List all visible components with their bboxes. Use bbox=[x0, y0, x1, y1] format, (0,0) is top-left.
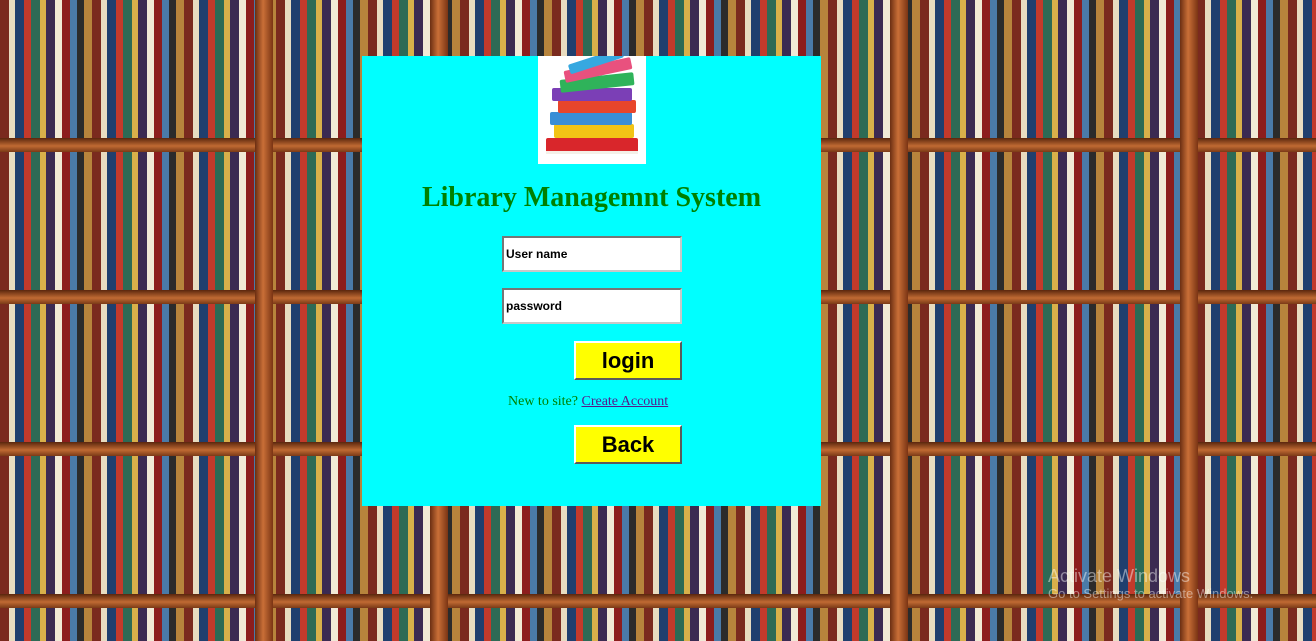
shelf-post bbox=[255, 0, 273, 641]
create-account-link[interactable]: Create Account bbox=[581, 394, 668, 409]
activate-windows-watermark: Activate Windows Go to Settings to activ… bbox=[1048, 566, 1253, 602]
shelf-post bbox=[1180, 0, 1198, 641]
back-button[interactable]: Back bbox=[574, 425, 682, 464]
watermark-title: Activate Windows bbox=[1048, 566, 1191, 586]
signup-prompt: New to site? Create Account bbox=[508, 394, 668, 410]
books-stack-icon bbox=[538, 56, 646, 164]
username-input[interactable] bbox=[502, 236, 682, 272]
signup-prompt-text: New to site? bbox=[508, 394, 578, 409]
login-panel: Library Managemnt System login New to si… bbox=[362, 56, 821, 506]
login-button[interactable]: login bbox=[574, 341, 682, 380]
shelf-post bbox=[890, 0, 908, 641]
password-input[interactable] bbox=[502, 288, 682, 324]
page-title: Library Managemnt System bbox=[421, 182, 762, 213]
watermark-subtitle: Go to Settings to activate Windows. bbox=[1048, 585, 1254, 601]
